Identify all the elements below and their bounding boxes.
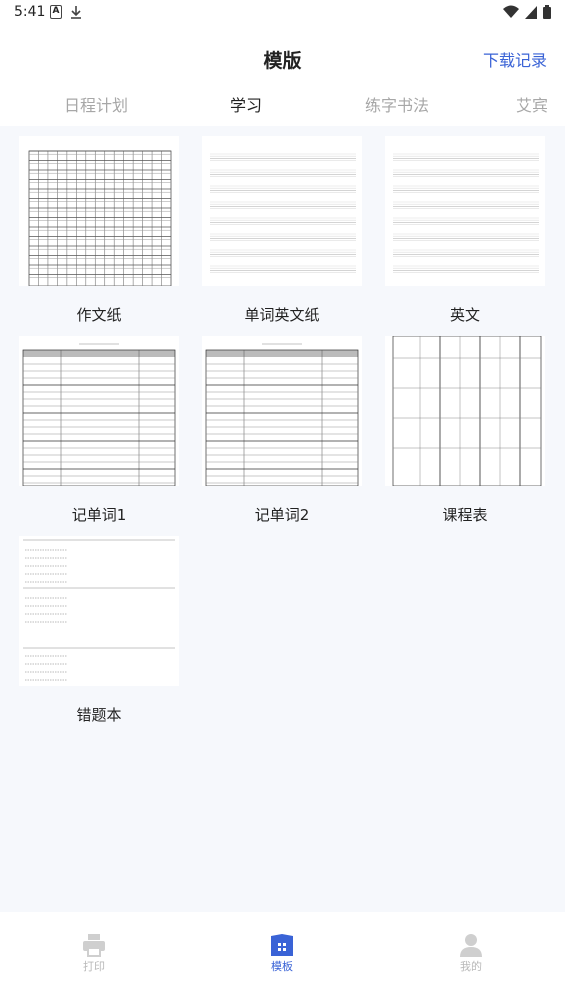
nav-item-user[interactable]: 我的 (421, 932, 521, 982)
template-label: 课程表 (442, 506, 488, 524)
template-card[interactable]: 课程表 (385, 336, 545, 531)
bottom-nav: 打印 模板 我的 (0, 912, 565, 1004)
user-icon (458, 932, 484, 958)
template-card[interactable]: 错题本 (19, 536, 179, 731)
download-records-link[interactable]: 下载记录 (483, 47, 547, 71)
english-lines-preview-image (210, 153, 356, 273)
category-tabs: 日程计划 学习 练字书法 艾宾 (0, 92, 565, 116)
template-label: 记单词2 (254, 506, 310, 524)
template-preview (19, 336, 179, 486)
template-card[interactable]: 单词英文纸 (202, 136, 362, 331)
tab-3[interactable]: 艾宾 (516, 92, 548, 116)
nav-label: 打印 (83, 960, 105, 973)
nav-label: 模板 (271, 960, 293, 973)
template-preview (19, 536, 179, 686)
timetable-preview-image (392, 336, 542, 486)
template-card[interactable]: 英文 (385, 136, 545, 331)
template-preview (385, 136, 545, 286)
signal-icon (525, 5, 537, 19)
nav-label: 我的 (460, 960, 482, 973)
template-preview (202, 336, 362, 486)
status-indicators (503, 5, 551, 19)
template-label: 作文纸 (76, 306, 122, 324)
english-lines-preview-image (393, 153, 539, 273)
app-screen: 5:41 A 模版 下载记录 日程计划 学习 练字书法 艾宾 作文纸 单词英文纸 英文记单… (0, 0, 565, 1004)
grid-paper-preview-image (28, 150, 172, 286)
template-preview (19, 136, 179, 286)
wifi-icon (503, 5, 519, 18)
app-header: 模版 下载记录 日程计划 学习 练字书法 艾宾 (0, 26, 565, 126)
template-label: 单词英文纸 (244, 306, 320, 324)
template-label: 英文 (449, 306, 480, 324)
status-time: 5:41 (14, 4, 46, 20)
nav-item-template[interactable]: 模板 (232, 932, 332, 982)
printer-icon (81, 932, 107, 958)
nav-item-printer[interactable]: 打印 (44, 932, 144, 982)
template-card[interactable]: 记单词1 (19, 336, 179, 531)
notification-a-icon: A (50, 5, 62, 19)
template-card[interactable]: 记单词2 (202, 336, 362, 531)
mistake-notebook-preview-image (23, 539, 175, 681)
template-label: 记单词1 (71, 506, 127, 524)
vocab-table-preview-image (205, 343, 359, 486)
tab-1[interactable]: 学习 (230, 92, 262, 116)
template-label: 错题本 (76, 706, 122, 724)
template-preview (385, 336, 545, 486)
template-card[interactable]: 作文纸 (19, 136, 179, 331)
template-icon (269, 932, 295, 958)
template-preview (202, 136, 362, 286)
page-title: 模版 (263, 50, 302, 72)
vocab-table-preview-image (22, 343, 176, 486)
download-icon (70, 5, 82, 19)
tab-2[interactable]: 练字书法 (365, 92, 429, 116)
tab-0[interactable]: 日程计划 (64, 92, 128, 116)
battery-icon (543, 5, 551, 19)
status-bar: 5:41 A (0, 0, 565, 26)
